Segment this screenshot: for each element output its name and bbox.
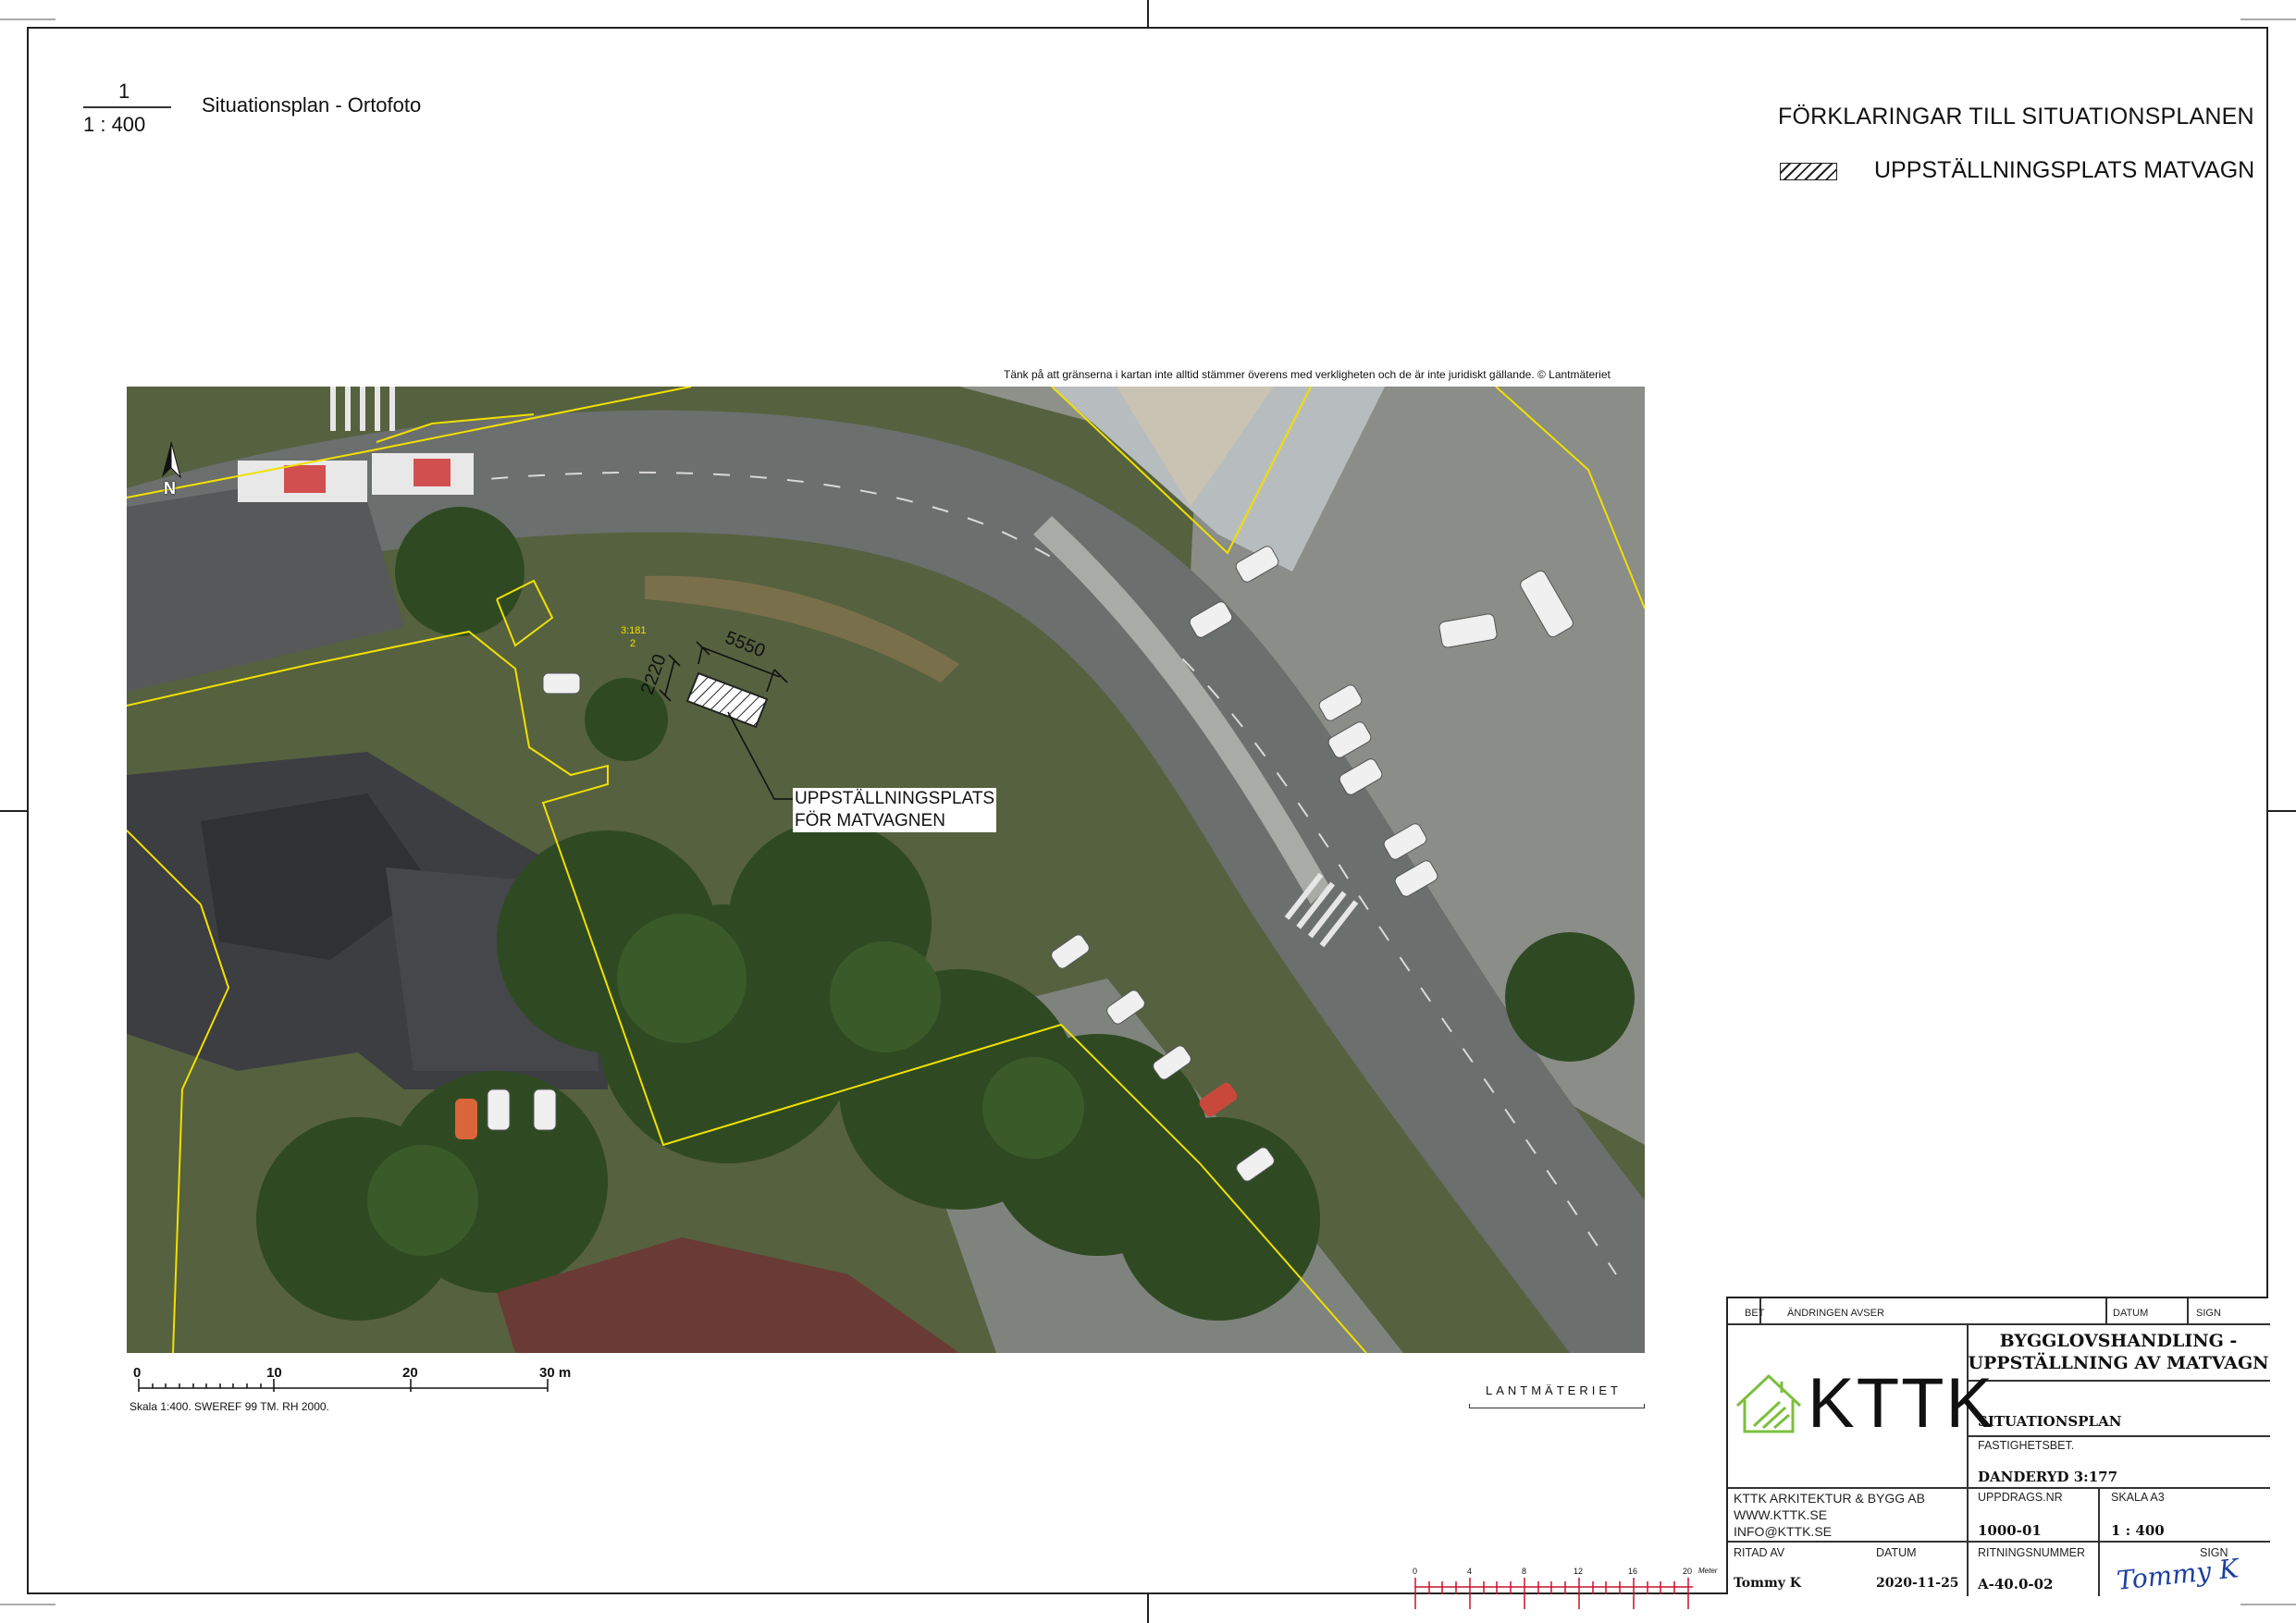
property-label: FASTIGHETSBET. bbox=[1978, 1439, 2075, 1452]
scalebar-caption: Skala 1:400. SWEREF 99 TM. RH 2000. bbox=[130, 1400, 329, 1413]
scale-label: SKALA A3 bbox=[2111, 1491, 2165, 1504]
north-label: N bbox=[164, 479, 176, 498]
red-scale-unit: Meter bbox=[1698, 1567, 1718, 1575]
drawing-type: SITUATIONSPLAN bbox=[1978, 1413, 2122, 1430]
drawing-number-value: A-40.0-02 bbox=[1978, 1576, 2054, 1592]
view-title: Situationsplan - Ortofoto bbox=[202, 93, 422, 117]
callout-line-2: FÖR MATVAGNEN bbox=[795, 811, 945, 830]
company-name: KTTK ARKITEKTUR & BYGG AB bbox=[1734, 1491, 1925, 1506]
scalebar-tick-10: 10 bbox=[266, 1365, 282, 1381]
drawn-by-label: RITAD AV bbox=[1734, 1546, 1785, 1559]
parcel-sub: 2 bbox=[630, 638, 636, 649]
scalebar-tick-30: 30 m bbox=[539, 1365, 572, 1381]
property-value: DANDERYD 3:177 bbox=[1978, 1469, 2118, 1485]
corner-tick-bl bbox=[0, 1604, 56, 1605]
header-sign: SIGN bbox=[2196, 1308, 2221, 1319]
drawn-by-value: Tommy K bbox=[1734, 1576, 1801, 1591]
project-title: BYGGLOVSHANDLING - UPPSTÄLLNING AV MATVA… bbox=[1967, 1330, 2270, 1374]
date-label: DATUM bbox=[1876, 1546, 1917, 1559]
red-scale-tick-0: 0 bbox=[1413, 1567, 1418, 1576]
assignment-value: 1000-01 bbox=[1978, 1522, 2042, 1539]
kttk-logo: KTTK bbox=[1734, 1367, 1993, 1443]
scalebar-tick-0: 0 bbox=[133, 1365, 142, 1381]
date-value: 2020-11-25 bbox=[1876, 1576, 1959, 1591]
center-tick-bottom bbox=[1147, 1594, 1149, 1623]
scale-value: 1 : 400 bbox=[2111, 1522, 2165, 1539]
red-scale-tick-12: 12 bbox=[1574, 1567, 1584, 1576]
project-title-line-1: BYGGLOVSHANDLING - bbox=[1999, 1331, 2238, 1351]
title-block: BET ÄNDRINGEN AVSER DATUM SIGN BYGGLOVSH… bbox=[1726, 1297, 2270, 1596]
provider-logo-bar bbox=[1469, 1404, 1645, 1408]
red-scale-tick-8: 8 bbox=[1522, 1567, 1527, 1576]
center-tick-top bbox=[1147, 0, 1149, 27]
logo-text: KTTK bbox=[1808, 1364, 1995, 1443]
legend-hatch-swatch bbox=[1780, 163, 1837, 180]
map-disclaimer: Tänk på att gränserna i kartan inte allt… bbox=[1004, 368, 1611, 381]
red-scale-ruler bbox=[1412, 1565, 1708, 1613]
callout-line-1: UPPSTÄLLNINGSPLATS bbox=[795, 789, 995, 808]
red-scale-tick-4: 4 bbox=[1467, 1567, 1473, 1576]
red-scale-tick-20: 20 bbox=[1683, 1567, 1693, 1576]
assignment-label: UPPDRAGS.NR bbox=[1978, 1491, 2063, 1504]
signature: Tommy K bbox=[2115, 1553, 2240, 1596]
house-icon bbox=[1735, 1373, 1802, 1433]
provider-logo-text: LANTMÄTERIET bbox=[1486, 1383, 1622, 1397]
center-tick-right bbox=[2268, 810, 2296, 812]
corner-tick-tl bbox=[0, 18, 56, 20]
scalebar-tick-20: 20 bbox=[402, 1365, 418, 1381]
view-scale: 1 : 400 bbox=[83, 113, 146, 136]
legend-title: FÖRKLARINGAR TILL SITUATIONSPLANEN bbox=[1778, 104, 2254, 129]
orthophoto-map: N 5550 2220 3:181 2 UPPSTÄLLNINGSPLATS F… bbox=[127, 387, 1645, 1353]
red-scale-tick-16: 16 bbox=[1628, 1567, 1638, 1576]
parcel-label: 3:181 bbox=[621, 625, 647, 636]
drawing-number-label: RITNINGSNUMMER bbox=[1978, 1546, 2085, 1559]
center-tick-left bbox=[0, 810, 27, 812]
header-bet: BET bbox=[1745, 1308, 1765, 1319]
corner-tick-br bbox=[2240, 1604, 2296, 1605]
header-date: DATUM bbox=[2113, 1308, 2149, 1319]
view-number: 1 bbox=[118, 80, 130, 103]
header-change: ÄNDRINGEN AVSER bbox=[1787, 1308, 1884, 1319]
company-email: INFO@KTTK.SE bbox=[1734, 1524, 1832, 1539]
project-title-line-2: UPPSTÄLLNING AV MATVAGN bbox=[1968, 1353, 2269, 1373]
corner-tick-tr bbox=[2240, 18, 2296, 20]
company-web: WWW.KTTK.SE bbox=[1734, 1507, 1828, 1522]
food-truck-callout: UPPSTÄLLNINGSPLATS FÖR MATVAGNEN bbox=[793, 788, 997, 832]
legend-item-label: UPPSTÄLLNINGSPLATS MATVAGN bbox=[1874, 157, 2255, 183]
view-divider bbox=[83, 106, 171, 108]
